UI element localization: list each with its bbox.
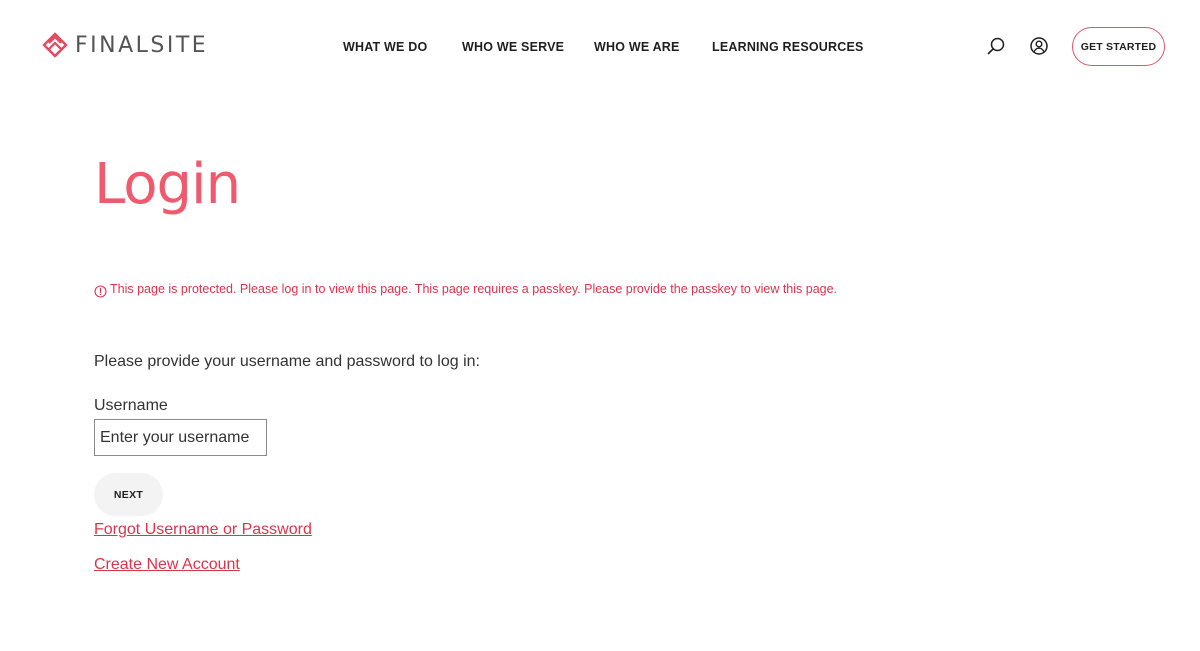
next-button[interactable]: NEXT [94,473,163,516]
forgot-username-password-link[interactable]: Forgot Username or Password [94,520,312,540]
alert-circle-icon [94,284,107,298]
get-started-button[interactable]: GET STARTED [1072,27,1165,66]
nav-item-who-we-are[interactable]: WHO WE ARE [594,38,680,56]
search-icon [987,37,1005,55]
username-input[interactable] [94,419,267,456]
finalsite-diamond-logo-icon [42,32,68,58]
protected-page-alert: This page is protected. Please log in to… [94,280,837,298]
brand-name: FINALSITE [75,33,209,58]
search-button[interactable] [985,35,1007,57]
page-title: Login [94,152,241,217]
user-circle-icon [1030,37,1048,55]
site-header: FINALSITE WHAT WE DO WHO WE SERVE WHO WE… [0,0,1200,92]
nav-item-what-we-do[interactable]: WHAT WE DO [343,38,427,56]
nav-item-learning-resources[interactable]: LEARNING RESOURCES [712,38,864,56]
username-label: Username [94,397,168,414]
create-new-account-link[interactable]: Create New Account [94,555,240,575]
nav-item-who-we-serve[interactable]: WHO WE SERVE [462,38,564,56]
alert-message: This page is protected. Please log in to… [110,282,838,296]
brand-logo[interactable]: FINALSITE [42,32,208,60]
account-button[interactable] [1028,35,1050,57]
login-instructions: Please provide your username and passwor… [94,353,480,370]
